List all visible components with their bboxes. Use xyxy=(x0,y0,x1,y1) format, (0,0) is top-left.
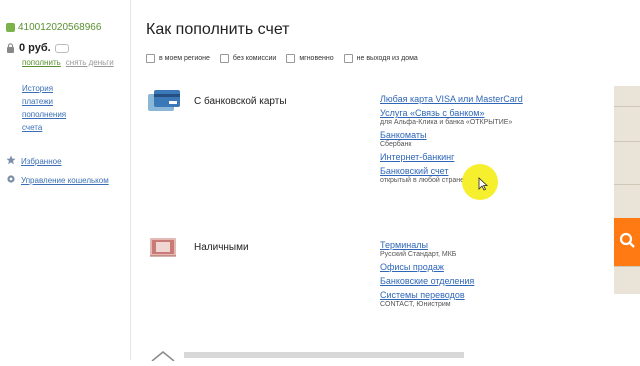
nav-invoices[interactable]: счета xyxy=(22,123,66,132)
wallet-icon xyxy=(6,23,15,32)
nav-history[interactable]: История xyxy=(22,84,66,93)
bank-card-icon xyxy=(146,88,184,114)
option-internet-banking: Интернет-банкинг xyxy=(380,152,523,162)
wallet-settings-label: Управление кошельком xyxy=(21,175,109,185)
option-terminals: Терминалы Русский Стандарт, МКБ xyxy=(380,240,474,258)
option-subtitle: Сбербанк xyxy=(380,141,412,148)
balance-actions: пополнить снять деньги xyxy=(22,58,114,67)
lock-icon xyxy=(6,43,15,53)
map-road xyxy=(614,141,640,142)
withdraw-link[interactable]: снять деньги xyxy=(66,58,114,67)
option-link[interactable]: Терминалы xyxy=(380,240,474,250)
option-subtitle: Русский Стандарт, МКБ xyxy=(380,251,457,258)
checkbox[interactable] xyxy=(146,54,155,63)
option-link[interactable]: Системы переводов xyxy=(380,290,474,300)
filter-label: мгновенно xyxy=(299,55,334,62)
favorites-item[interactable]: Избранное xyxy=(6,155,62,167)
option-subtitle: для Альфа-Клика и банка «ОТКРЫТИЕ» xyxy=(380,119,513,126)
option-bank-account: Банковский счет открытый в любой стране xyxy=(380,166,523,184)
balance: 0 руб. xyxy=(19,42,51,54)
method-card-label: С банковской карты xyxy=(194,95,287,107)
filters: в моем регионе без комиссии мгновенно не… xyxy=(146,54,418,63)
mouse-pointer-icon xyxy=(478,177,489,196)
filter-label: в моем регионе xyxy=(159,55,210,62)
account-row: 410012020568966 xyxy=(6,22,101,33)
card-options: Любая карта VISA или MasterCard Услуга «… xyxy=(380,94,523,188)
search-icon xyxy=(619,232,635,253)
filter-instant[interactable]: мгновенно xyxy=(286,54,334,63)
main-content: Как пополнить счет в моем регионе без ко… xyxy=(146,0,606,360)
wallet-settings-item[interactable]: Управление кошельком xyxy=(6,174,109,186)
map-road xyxy=(614,106,640,107)
star-icon xyxy=(6,155,16,167)
history-nav: История платежи пополнения счета xyxy=(22,84,66,132)
cash-options: Терминалы Русский Стандарт, МКБ Офисы пр… xyxy=(380,240,474,312)
map-road xyxy=(614,266,640,267)
filter-no-fee[interactable]: без комиссии xyxy=(219,54,277,63)
method-cash-label: Наличными xyxy=(194,241,249,253)
checkbox[interactable] xyxy=(286,54,296,63)
checkbox[interactable] xyxy=(343,54,353,63)
option-subtitle: CONTACT, Юнистрим xyxy=(380,301,451,308)
filter-region[interactable]: в моем регионе xyxy=(146,54,210,63)
option-bank-branches: Банковские отделения xyxy=(380,276,474,286)
option-link[interactable]: Услуга «Связь с банком» xyxy=(380,108,523,118)
option-link[interactable]: Офисы продаж xyxy=(380,262,474,272)
filter-label: не выходя из дома xyxy=(356,55,418,62)
hide-balance-icon[interactable] xyxy=(54,43,69,53)
gear-icon xyxy=(6,174,16,186)
option-link[interactable]: Интернет-банкинг xyxy=(380,152,523,162)
favorites-label: Избранное xyxy=(21,156,62,166)
balance-row: 0 руб. xyxy=(6,42,69,54)
option-atm: Банкоматы Сбербанк xyxy=(380,130,523,148)
option-link[interactable]: Любая карта VISA или MasterCard xyxy=(380,94,523,104)
method-cash: Наличными xyxy=(146,234,249,260)
option-subtitle: открытый в любой стране xyxy=(380,177,465,184)
map-road xyxy=(614,184,640,185)
option-visa-mastercard: Любая карта VISA или MasterCard xyxy=(380,94,523,104)
method-card: С банковской карты xyxy=(146,88,287,114)
page-title: Как пополнить счет xyxy=(146,21,290,38)
option-link[interactable]: Банкоматы xyxy=(380,130,523,140)
checkbox[interactable] xyxy=(219,54,229,63)
nav-topups[interactable]: пополнения xyxy=(22,110,66,119)
option-link[interactable]: Банковский счет xyxy=(380,166,523,176)
option-transfer-systems: Системы переводов CONTACT, Юнистрим xyxy=(380,290,474,308)
top-up-link[interactable]: пополнить xyxy=(22,58,61,67)
next-method-icon xyxy=(150,348,176,362)
filter-from-home[interactable]: не выходя из дома xyxy=(343,54,418,63)
cash-icon xyxy=(146,234,184,260)
option-sales-offices: Офисы продаж xyxy=(380,262,474,272)
filter-label: без комиссии xyxy=(232,55,277,62)
option-link[interactable]: Банковские отделения xyxy=(380,276,474,286)
nav-payments[interactable]: платежи xyxy=(22,97,66,106)
next-method-row xyxy=(184,352,464,358)
map-search-button[interactable] xyxy=(614,218,640,266)
account-number: 410012020568966 xyxy=(18,22,102,33)
option-bank-link: Услуга «Связь с банком» для Альфа-Клика … xyxy=(380,108,523,126)
sidebar: 410012020568966 0 руб. пополнить снять д… xyxy=(0,0,131,360)
